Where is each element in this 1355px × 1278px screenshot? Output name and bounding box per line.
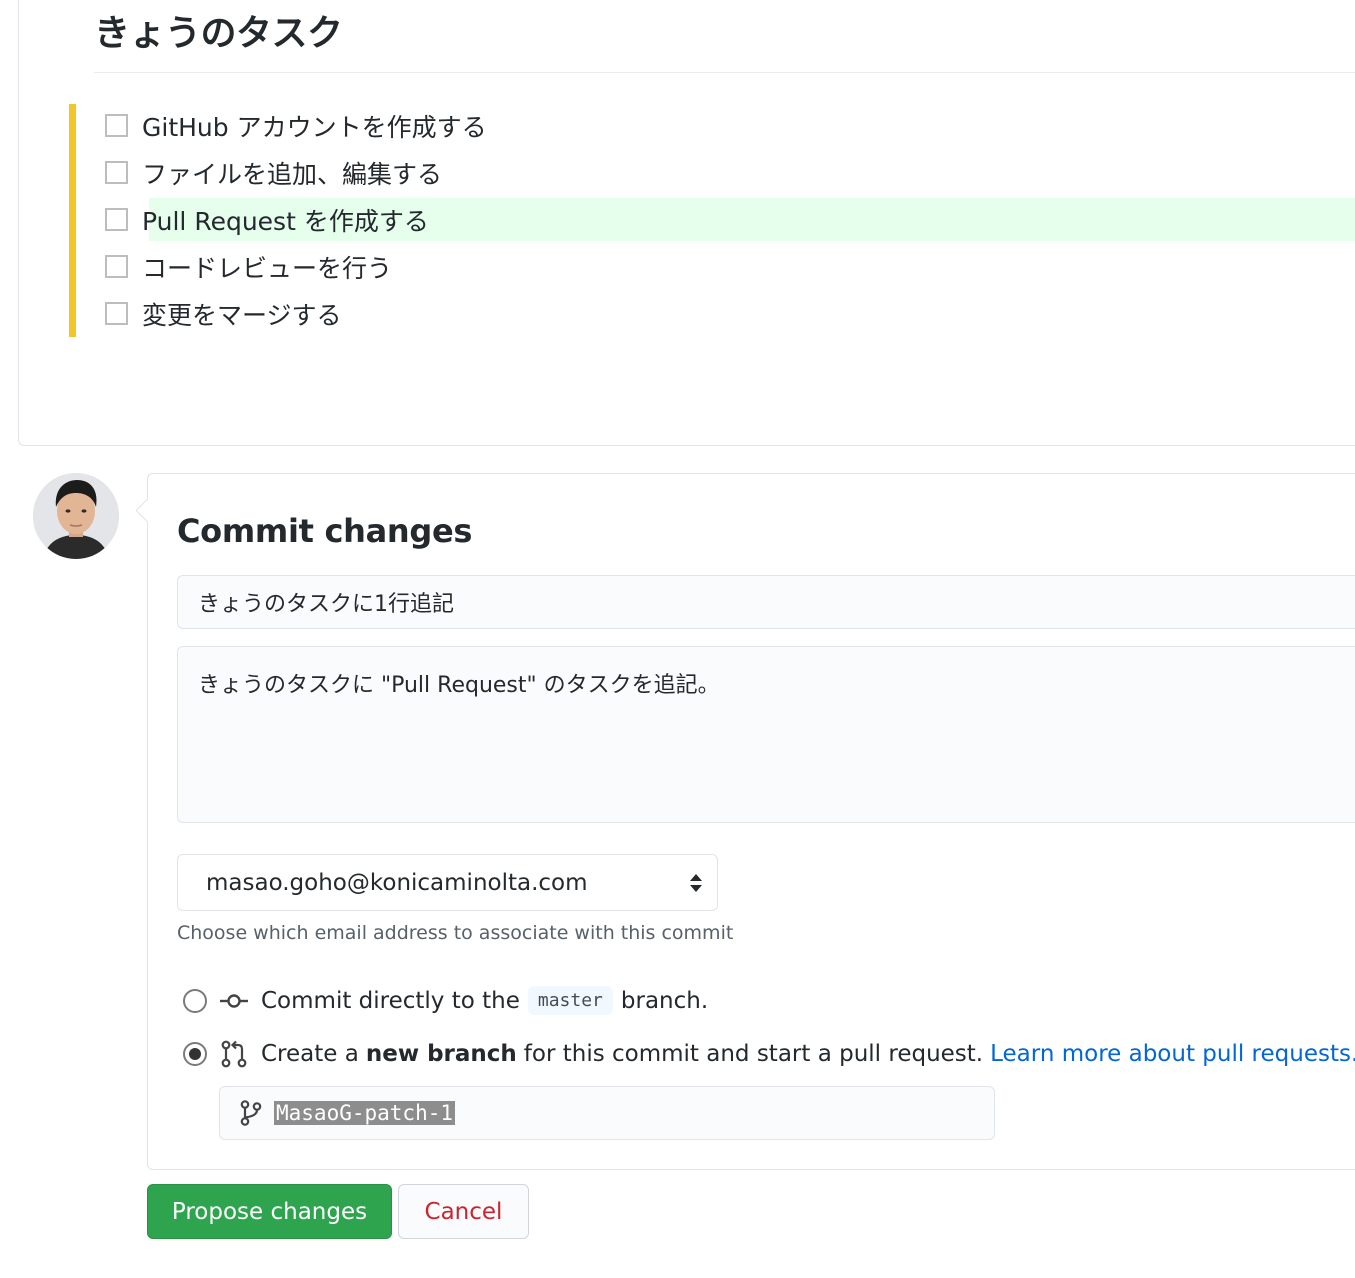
task-list: GitHub アカウントを作成する ファイルを追加、編集する Pull Requ… [105, 102, 1355, 337]
git-pull-request-icon [221, 1040, 247, 1068]
change-bar [69, 104, 76, 337]
task-checkbox[interactable] [105, 302, 128, 325]
task-item: GitHub アカウントを作成する [105, 102, 1355, 149]
preview-heading: きょうのタスク [94, 8, 1355, 73]
branch-name-value: MasaoG-patch-1 [274, 1101, 456, 1125]
task-checkbox[interactable] [105, 255, 128, 278]
email-select-value: masao.goho@konicaminolta.com [206, 869, 588, 896]
task-item: 変更をマージする [105, 290, 1355, 337]
propose-changes-button[interactable]: Propose changes [147, 1184, 392, 1239]
commit-summary-input[interactable]: きょうのタスクに1行追記 [177, 575, 1355, 629]
commit-direct-option[interactable]: Commit directly to the master branch. [183, 986, 708, 1015]
select-arrows-icon [690, 874, 702, 892]
master-branch-label: master [527, 986, 613, 1015]
task-label: ファイルを追加、編集する [142, 159, 443, 189]
task-label: GitHub アカウントを作成する [142, 112, 487, 142]
learn-more-link[interactable]: Learn more about pull requests. [990, 1041, 1355, 1067]
email-note: Choose which email address to associate … [177, 922, 734, 944]
commit-summary-value: きょうのタスクに1行追記 [198, 592, 454, 617]
commit-direct-radio[interactable] [183, 988, 207, 1013]
task-item: ファイルを追加、編集する [105, 149, 1355, 196]
avatar [33, 473, 119, 559]
new-branch-option[interactable]: Create a new branch for this commit and … [183, 1040, 1355, 1068]
new-branch-prefix: Create a [261, 1041, 359, 1067]
commit-description-value: きょうのタスクに "Pull Request" のタスクを追記。 [198, 673, 720, 698]
git-branch-icon [240, 1100, 262, 1126]
task-checkbox[interactable] [105, 208, 128, 231]
commit-description-textarea[interactable]: きょうのタスクに "Pull Request" のタスクを追記。 [177, 646, 1355, 823]
task-label: コードレビューを行う [142, 253, 393, 283]
new-branch-suffix: for this commit and start a pull request… [523, 1041, 984, 1067]
cancel-button[interactable]: Cancel [398, 1184, 529, 1239]
new-branch-radio[interactable] [183, 1042, 207, 1066]
task-checkbox[interactable] [105, 114, 128, 137]
email-select[interactable]: masao.goho@konicaminolta.com [177, 854, 718, 911]
task-label: 変更をマージする [142, 300, 342, 330]
task-item-added: Pull Request を作成する [105, 196, 1355, 243]
task-label: Pull Request を作成する [142, 206, 429, 236]
commit-direct-suffix: branch. [620, 987, 709, 1014]
task-item: コードレビューを行う [105, 243, 1355, 290]
task-checkbox[interactable] [105, 161, 128, 184]
commit-direct-prefix: Commit directly to the [261, 987, 520, 1014]
git-commit-icon [220, 993, 248, 1008]
new-branch-bold: new branch [365, 1041, 517, 1067]
branch-name-input[interactable]: MasaoG-patch-1 [219, 1086, 995, 1140]
file-preview: きょうのタスク GitHub アカウントを作成する ファイルを追加、編集する P… [18, 0, 1355, 446]
commit-title: Commit changes [177, 512, 473, 550]
